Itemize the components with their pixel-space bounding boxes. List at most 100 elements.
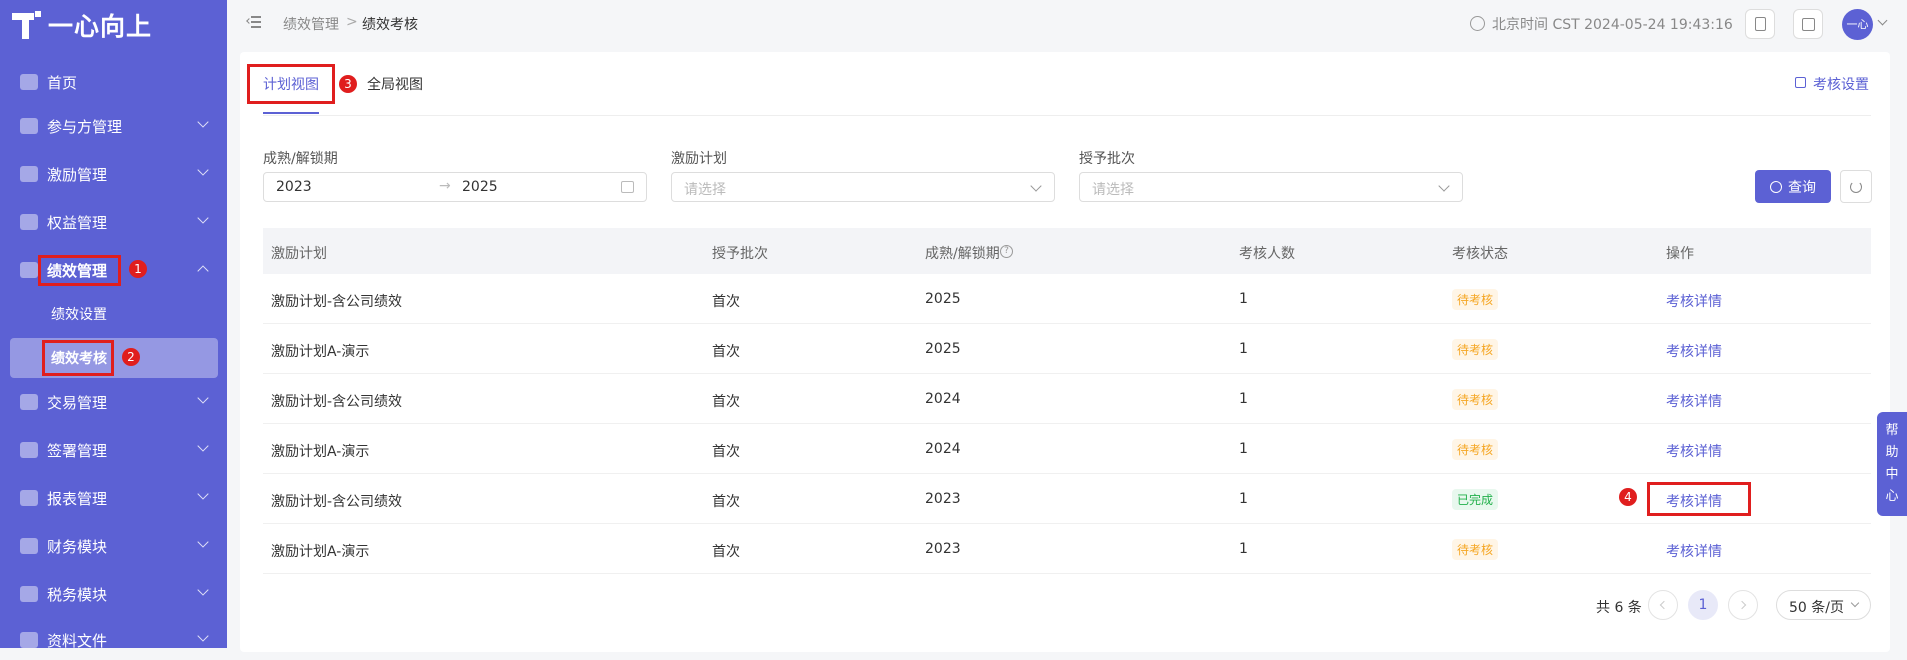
batch-cell: 首次: [712, 544, 740, 560]
sidebar-item-label: 签署管理: [47, 441, 108, 460]
chevron-down-icon: [197, 164, 209, 176]
sidebar-item-participants[interactable]: 参与方管理: [0, 106, 227, 146]
review-details-link[interactable]: 考核详情: [1666, 391, 1722, 411]
help-circle-icon[interactable]: ?: [1000, 245, 1013, 258]
sidebar-item-files[interactable]: 资料文件: [0, 620, 227, 660]
sidebar-item-incentive[interactable]: 激励管理: [0, 154, 227, 194]
tax-icon: [20, 586, 38, 602]
count-cell: 1: [1239, 441, 1248, 457]
logo: 一心向上: [12, 10, 153, 41]
batch-cell: 首次: [712, 494, 740, 510]
sidebar-item-label: 报表管理: [47, 489, 108, 508]
page-size-value: 50 条/页: [1789, 600, 1844, 616]
shirt-button[interactable]: [1793, 9, 1823, 39]
annotation-box: [1647, 482, 1751, 516]
batch-cell: 首次: [712, 394, 740, 410]
review-details-link[interactable]: 考核详情: [1666, 291, 1722, 311]
sidebar-item-report[interactable]: 报表管理: [0, 478, 227, 518]
page-size-select[interactable]: 50 条/页: [1776, 590, 1871, 620]
plan-select[interactable]: 请选择: [671, 172, 1055, 202]
calendar-icon: [621, 181, 634, 193]
collapse-menu-icon[interactable]: [246, 15, 261, 29]
annotation-badge: 3: [339, 75, 357, 93]
sidebar-item-finance[interactable]: 财务模块: [0, 526, 227, 566]
tab-global-view[interactable]: 全局视图: [367, 74, 423, 94]
chevron-down-icon: [197, 440, 209, 452]
chevron-left-icon: [1659, 600, 1669, 610]
plan-select-placeholder: 请选择: [684, 182, 726, 198]
breadcrumb-separator: >: [346, 14, 358, 30]
period-cell: 2024: [925, 441, 961, 457]
sidebar-item-label: 权益管理: [47, 213, 108, 232]
period-end-value[interactable]: 2025: [462, 179, 498, 195]
table-header-cell: 激励计划: [271, 246, 327, 262]
search-button[interactable]: 查询: [1755, 170, 1831, 203]
annotation-badge: 2: [122, 348, 140, 366]
status-badge: 待考核: [1452, 389, 1499, 410]
next-page-button[interactable]: [1728, 590, 1758, 620]
file-icon: [20, 632, 38, 648]
pagination-total: 共 6 条: [1596, 600, 1642, 616]
chevron-down-icon: [1850, 598, 1860, 608]
period-cell: 2023: [925, 491, 961, 507]
annotation-badge: 4: [1619, 488, 1637, 506]
status-badge: 待考核: [1452, 439, 1499, 460]
chevron-down-icon: [197, 212, 209, 224]
period-range-picker[interactable]: 2023 → 2025: [263, 172, 647, 202]
table-row: [263, 324, 1871, 374]
batch-select-placeholder: 请选择: [1092, 182, 1134, 198]
table-header-cell: 操作: [1666, 246, 1694, 262]
period-start-value[interactable]: 2023: [276, 179, 312, 195]
clipboard-icon: [1755, 17, 1766, 31]
active-tab-indicator: [263, 112, 319, 114]
settings-link-label: 考核设置: [1813, 77, 1869, 93]
status-badge: 待考核: [1452, 289, 1499, 310]
page-1-button[interactable]: 1: [1688, 590, 1718, 620]
plan-cell: 激励计划-含公司绩效: [271, 494, 403, 510]
breadcrumb-current: 绩效考核: [362, 17, 418, 33]
sidebar-item-label: 财务模块: [47, 537, 108, 556]
count-cell: 1: [1239, 291, 1248, 307]
period-cell: 2023: [925, 541, 961, 557]
table-row: [263, 524, 1871, 574]
review-details-link[interactable]: 考核详情: [1666, 341, 1722, 361]
batch-cell: 首次: [712, 344, 740, 360]
review-details-link[interactable]: 考核详情: [1666, 441, 1722, 461]
sidebar-subitem-performance-settings[interactable]: 绩效设置: [0, 294, 227, 334]
annotation-badge: 1: [129, 260, 147, 278]
chevron-down-icon: [1030, 180, 1042, 192]
batch-select[interactable]: 请选择: [1079, 172, 1463, 202]
clipboard-button[interactable]: [1745, 9, 1775, 39]
plan-filter-label: 激励计划: [671, 151, 727, 167]
sidebar-item-equity[interactable]: 权益管理: [0, 202, 227, 242]
sidebar-item-trade[interactable]: 交易管理: [0, 382, 227, 422]
period-cell: 2024: [925, 391, 961, 407]
reset-button[interactable]: [1840, 170, 1872, 203]
table-header-cell: 成熟/解锁期: [925, 246, 1000, 262]
sidebar-item-label: 资料文件: [47, 631, 108, 650]
batch-cell: 首次: [712, 444, 740, 460]
shirt-icon: [1802, 18, 1815, 31]
chevron-down-icon: [1438, 180, 1450, 192]
logo-text: 一心向上: [48, 12, 153, 41]
review-details-link[interactable]: 考核详情: [1666, 541, 1722, 561]
plan-cell: 激励计划A-演示: [271, 344, 370, 360]
report-icon: [20, 490, 38, 506]
sidebar-item-home[interactable]: 首页: [0, 62, 227, 102]
avatar[interactable]: 一心: [1842, 9, 1873, 40]
sidebar-item-tax[interactable]: 税务模块: [0, 574, 227, 614]
period-cell: 2025: [925, 341, 961, 357]
period-cell: 2025: [925, 291, 961, 307]
group-icon: [20, 118, 38, 134]
table-header: [263, 228, 1871, 274]
equity-icon: [20, 214, 38, 230]
breadcrumb-parent[interactable]: 绩效管理: [283, 14, 339, 34]
chevron-down-icon: [197, 584, 209, 596]
prev-page-button[interactable]: [1648, 590, 1678, 620]
chevron-down-icon: [197, 536, 209, 548]
count-cell: 1: [1239, 541, 1248, 557]
sidebar-item-sign[interactable]: 签署管理: [0, 430, 227, 470]
sidebar-subitem-label: 绩效设置: [51, 307, 107, 323]
help-center-button[interactable]: 帮 助 中 心: [1877, 412, 1907, 516]
annotation-box: [42, 340, 114, 376]
